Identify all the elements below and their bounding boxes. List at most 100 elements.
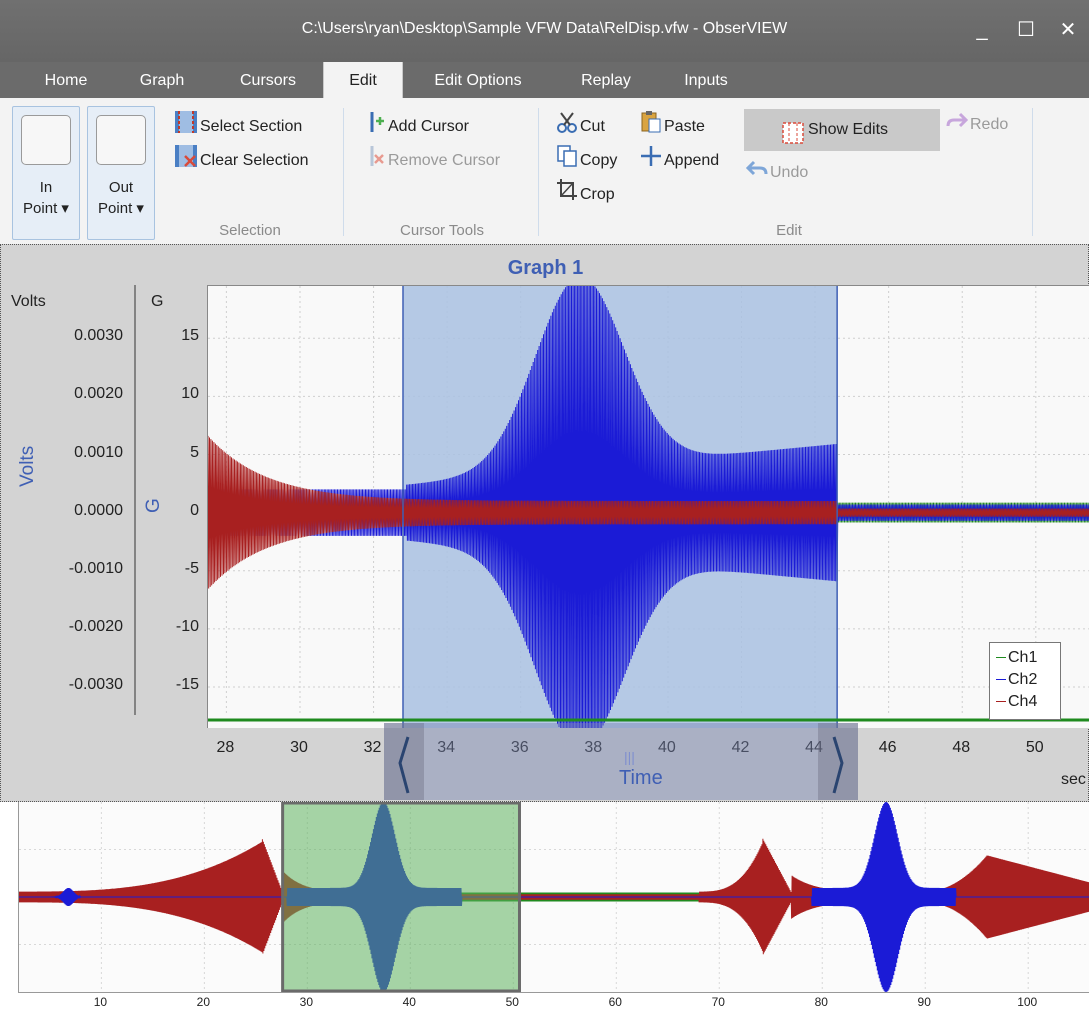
tab-edit-options[interactable]: Edit Options (418, 62, 538, 98)
g-tick-label: 5 (190, 443, 199, 461)
ribbon-panel: In Point ▾ Out Point ▾ Select Section Cl… (0, 98, 1089, 245)
close-button[interactable]: ✕ (1048, 12, 1088, 48)
g-axis-title: G (143, 498, 164, 513)
g-tick-label: 10 (181, 385, 199, 403)
g-tick-label: 0 (190, 501, 199, 519)
in-point-label: In (39, 179, 53, 196)
tab-edit[interactable]: Edit (323, 62, 403, 98)
legend-label-ch4: Ch4 (1008, 693, 1038, 710)
overview-plot[interactable] (18, 802, 1089, 993)
out-point-icon (96, 115, 146, 165)
volts-axis-line (134, 285, 136, 715)
select-section-button[interactable]: Select Section (174, 110, 302, 138)
legend[interactable]: Ch1 Ch2 Ch4 (989, 642, 1061, 720)
volts-tick-label: 0.0030 (74, 327, 123, 345)
add-cursor-icon (364, 110, 386, 144)
tab-replay[interactable]: Replay (570, 62, 642, 98)
select-section-label: Select Section (200, 118, 303, 136)
paste-icon (640, 110, 662, 144)
copy-button[interactable]: Copy (556, 144, 617, 172)
overview-window[interactable] (281, 802, 521, 992)
redo-button[interactable]: Redo (946, 110, 1008, 138)
paste-label: Paste (664, 118, 705, 136)
legend-label-ch2: Ch2 (1008, 671, 1038, 688)
ribbon-tabs: Home Graph Cursors Edit Edit Options Rep… (0, 62, 1089, 98)
select-section-icon (174, 110, 198, 144)
undo-button[interactable]: Undo (745, 158, 808, 188)
graph-plot-area[interactable] (207, 285, 1089, 728)
show-edits-button[interactable]: Show Edits (744, 109, 940, 151)
tab-graph[interactable]: Graph (126, 62, 198, 98)
out-point-button[interactable]: Out Point ▾ (87, 106, 155, 240)
title-bar: C:\Users\ryan\Desktop\Sample VFW Data\Re… (0, 0, 1089, 62)
group-separator (1032, 108, 1033, 236)
scissors-icon (556, 110, 578, 144)
group-separator (538, 108, 539, 236)
cursor-tools-group-label: Cursor Tools (400, 222, 484, 239)
maximize-button[interactable]: ☐ (1006, 12, 1046, 48)
edit-group-label: Edit (776, 222, 802, 239)
g-tick-label: 15 (181, 327, 199, 345)
crop-icon (556, 178, 578, 212)
overview-tick-label: 70 (711, 995, 725, 1009)
overview-tick-label: 20 (196, 995, 211, 1009)
time-tick-label: 50 (1025, 739, 1044, 756)
legend-item-ch4: Ch4 (996, 691, 1037, 713)
time-tick-label: 28 (216, 739, 235, 756)
add-cursor-button[interactable]: Add Cursor (364, 110, 469, 138)
volts-axis-title: Volts (17, 445, 38, 487)
remove-cursor-button[interactable]: Remove Cursor (364, 144, 500, 172)
copy-icon (556, 144, 578, 178)
legend-item-ch2: Ch2 (996, 669, 1037, 691)
append-label: Append (664, 152, 720, 170)
in-point-icon (21, 115, 71, 165)
overview-tick-label: 80 (814, 995, 828, 1009)
crop-button[interactable]: Crop (556, 178, 615, 206)
overview-tick-label: 30 (299, 995, 314, 1009)
tab-cursors[interactable]: Cursors (224, 62, 312, 98)
in-point-dropdown-label: Point ▾ (23, 200, 69, 217)
cut-button[interactable]: Cut (556, 110, 605, 138)
clear-selection-icon (174, 144, 198, 178)
redo-label: Redo (970, 116, 1009, 134)
group-separator (343, 108, 344, 236)
redo-icon (946, 110, 969, 140)
time-axis-title: Time (619, 767, 663, 789)
legend-item-ch1: Ch1 (996, 647, 1037, 669)
out-point-label: Out (108, 179, 134, 196)
volts-tick-label: -0.0010 (68, 559, 123, 577)
overview-panel: 10 20 30 40 50 60 70 80 90 100 (0, 802, 1089, 1018)
overview-chart[interactable] (19, 802, 1089, 992)
scroll-grip-icon[interactable]: ||| (624, 749, 635, 765)
overview-tick-label: 50 (505, 995, 519, 1009)
tab-inputs[interactable]: Inputs (670, 62, 742, 98)
clear-selection-button[interactable]: Clear Selection (174, 144, 309, 172)
copy-label: Copy (580, 152, 618, 170)
time-tick-label: 30 (290, 739, 308, 756)
volts-tick-label: -0.0030 (68, 675, 123, 693)
add-cursor-label: Add Cursor (388, 118, 469, 136)
overview-tick-label: 40 (402, 995, 416, 1009)
append-button[interactable]: Append (640, 144, 719, 172)
undo-icon (745, 158, 768, 188)
volts-unit-label: Volts (11, 293, 46, 310)
scroll-right-handle[interactable] (818, 723, 859, 800)
selection-group-label: Selection (219, 222, 281, 239)
overview-tick-label: 60 (608, 995, 622, 1009)
scroll-left-handle[interactable] (383, 723, 424, 800)
paste-button[interactable]: Paste (640, 110, 705, 138)
waveform-chart[interactable] (208, 286, 1089, 728)
g-tick-label: -15 (175, 675, 199, 693)
minimize-button[interactable]: _ (962, 12, 1002, 48)
time-tick-label: 48 (952, 739, 971, 756)
tab-home[interactable]: Home (36, 62, 96, 98)
crop-label: Crop (580, 186, 615, 204)
g-tick-label: -5 (184, 559, 199, 577)
in-point-button[interactable]: In Point ▾ (12, 106, 80, 240)
time-unit-label: sec (1061, 771, 1086, 788)
remove-cursor-label: Remove Cursor (388, 152, 501, 170)
legend-label-ch1: Ch1 (1008, 649, 1038, 666)
overview-ch2-line (19, 802, 1089, 992)
remove-cursor-icon (364, 144, 386, 178)
graph-title: Graph 1 (507, 257, 584, 279)
